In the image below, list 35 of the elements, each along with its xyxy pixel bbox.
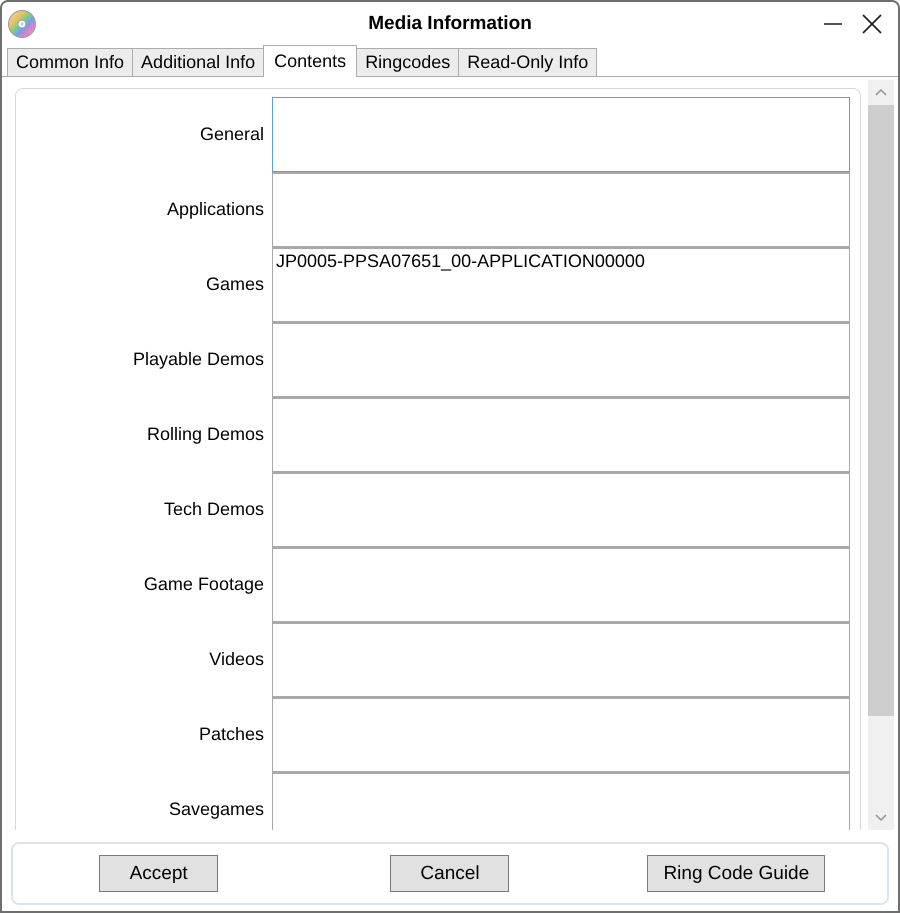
dialog-button[interactable]: Cancel [390, 855, 510, 892]
text-area-field[interactable] [272, 547, 850, 622]
window-title: Media Information [368, 13, 532, 35]
text-area-field[interactable] [272, 472, 850, 547]
dialog-button[interactable]: Ring Code Guide [647, 855, 826, 892]
field-label: Applications [166, 199, 264, 220]
scroll-down-icon[interactable] [875, 814, 887, 821]
text-area-field[interactable] [272, 772, 850, 830]
field-label: Playable Demos [132, 349, 264, 370]
field-label: Games [204, 274, 264, 295]
field-label: Videos [208, 649, 264, 670]
tab[interactable]: Ringcodes [356, 48, 460, 76]
tab[interactable]: Common Info [7, 48, 134, 76]
close-icon[interactable] [862, 14, 882, 34]
tab[interactable]: Contents [263, 45, 358, 77]
tab[interactable]: Read-Only Info [458, 48, 598, 76]
field-label: General [198, 124, 264, 145]
text-area-field[interactable] [272, 322, 850, 397]
text-area-field[interactable] [272, 697, 850, 772]
field-label: Savegames [168, 799, 264, 820]
scroll-up-icon[interactable] [875, 89, 887, 96]
tab[interactable]: Additional Info [132, 48, 264, 76]
field-label: Game Footage [142, 574, 264, 595]
text-area-field[interactable] [272, 172, 850, 247]
text-area-field[interactable] [272, 97, 850, 172]
text-area-field[interactable] [272, 397, 850, 472]
scrollbar-track[interactable] [868, 80, 894, 830]
dialog-button[interactable]: Accept [99, 855, 218, 892]
field-label: Rolling Demos [146, 424, 264, 445]
field-label: Tech Demos [162, 499, 264, 520]
text-area-field[interactable]: JP0005-PPSA07651_00-APPLICATION00000 [272, 247, 850, 322]
field-label: Patches [198, 724, 264, 745]
scrollbar-thumb[interactable] [868, 105, 894, 716]
text-area-field[interactable] [272, 622, 850, 697]
disc-icon [8, 10, 36, 38]
